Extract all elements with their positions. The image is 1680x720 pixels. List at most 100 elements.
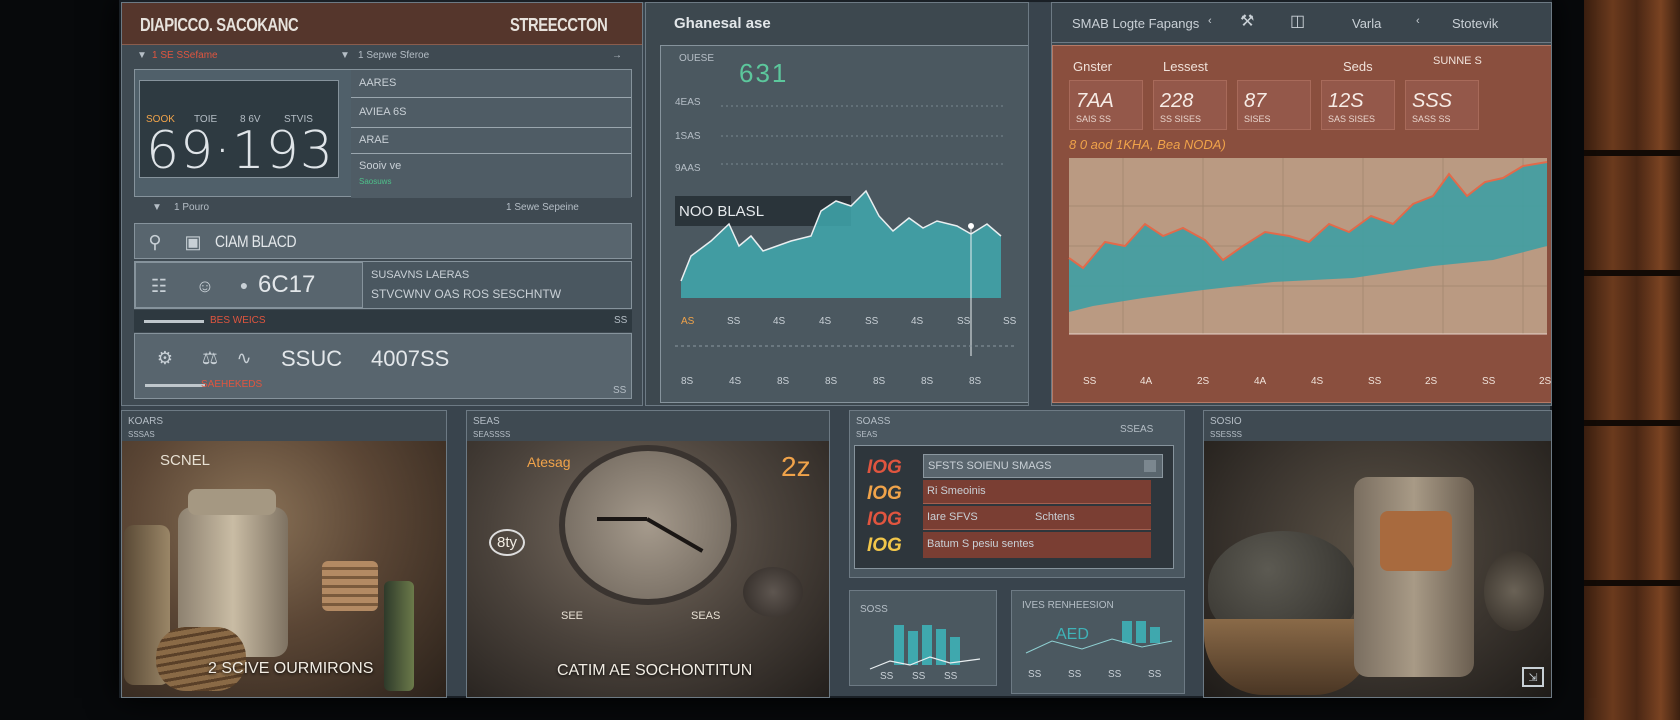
x-tick-label: 4S bbox=[819, 316, 832, 327]
top-left-panel: DIAPICCO. SACOKANC STREECCTON ▼ 1 SE SSe… bbox=[121, 2, 643, 406]
window-icon[interactable]: ◫ bbox=[1290, 14, 1305, 30]
bar bbox=[1122, 621, 1132, 643]
x-tick-label: 8S bbox=[777, 376, 790, 387]
big-number-card[interactable]: SOOK TOIE 8 6V STVIS 69·193 AARES AVIEA … bbox=[134, 69, 632, 198]
list-row[interactable]: Iare SFVS Schtens bbox=[923, 506, 1151, 530]
x-tick-label: SS bbox=[1482, 376, 1496, 387]
x-tick-label: SS bbox=[957, 316, 971, 327]
x-tick-label: SS bbox=[1368, 376, 1382, 387]
wave-icon: ∿ bbox=[236, 347, 252, 368]
warning-bar: BES WEICS SS bbox=[134, 310, 632, 332]
bar bbox=[908, 631, 918, 665]
chevron-left-icon[interactable]: ‹ bbox=[1416, 16, 1420, 27]
section2-left: 1 Pouro bbox=[174, 202, 210, 213]
x-tick-label: 4S bbox=[911, 316, 924, 327]
bar bbox=[894, 625, 904, 665]
flask-icon: ⚖ bbox=[201, 347, 219, 368]
photo-caption: 2 SCIVE OURMIRONS bbox=[208, 660, 374, 677]
small-chart-right[interactable]: IVES RENHEESION AED SS SS SS SS bbox=[1011, 590, 1185, 694]
bottom-line bbox=[145, 384, 205, 387]
x-tick-label: 4A bbox=[1254, 376, 1267, 387]
right-nav: SMAB Logte Fapangs ‹ ⚒ ◫ Varla ‹ Stotevi… bbox=[1052, 3, 1551, 43]
x-tick-label: 2S bbox=[1197, 376, 1210, 387]
photo-tag: SEE bbox=[561, 610, 584, 622]
pot-photo: ⇲ bbox=[1204, 441, 1551, 697]
x-tick-label: SS bbox=[727, 316, 741, 327]
bottom-value: SSUC bbox=[281, 346, 343, 371]
x-tick-label: SS bbox=[865, 316, 879, 327]
x-tick-label: 4S bbox=[1311, 376, 1324, 387]
bottom-panel-photo-2[interactable]: SEAS SEASSSS Atesag 2z 8ty SEE SEAS CATI… bbox=[466, 410, 830, 698]
section-title: STREECCTON bbox=[510, 15, 608, 35]
chevron-left-icon[interactable]: ‹ bbox=[1208, 16, 1212, 27]
thermometer-icon: ⚲ bbox=[148, 231, 162, 252]
x-tick-label: SS bbox=[912, 671, 926, 682]
cursor-point bbox=[968, 223, 974, 229]
wood-background bbox=[1584, 0, 1680, 720]
bowl-shape bbox=[1204, 619, 1374, 695]
bottom-metric-row[interactable]: ⚙ ⚖ ∿ SSUC 4007SS SAEHEKEDS SS bbox=[134, 333, 632, 399]
list-row-label: IOG bbox=[867, 483, 902, 504]
sensor-row[interactable]: ☷ ☺ ● 6C17 SUSAVNS LAERAS STVCWNV OAS RO… bbox=[134, 261, 632, 309]
bottom-warning: SAEHEKEDS bbox=[201, 379, 263, 390]
panel-title: KOARS bbox=[128, 416, 164, 427]
tool-icon[interactable]: ⚒ bbox=[1240, 14, 1254, 30]
big-number-box: SOOK TOIE 8 6V STVIS 69·193 bbox=[139, 80, 339, 178]
panel-title: SOSIO bbox=[1210, 416, 1242, 427]
x-tick-label: 4S bbox=[773, 316, 786, 327]
pin-icon: ▼ bbox=[137, 50, 147, 61]
metric-value: 6C17 bbox=[258, 271, 316, 298]
photo-label: Atesag bbox=[527, 454, 571, 470]
list-header[interactable]: SFSTS SOIENU SMAGS bbox=[923, 454, 1163, 478]
warning-line bbox=[144, 320, 204, 323]
arrow-icon: → bbox=[612, 50, 622, 61]
expand-icon[interactable]: ⇲ bbox=[1522, 667, 1544, 687]
panel-title: SOASS bbox=[856, 416, 891, 427]
x-tick-label: 8S bbox=[825, 376, 838, 387]
center-chart-box[interactable]: OUESE 631 4EAS 1SAS 9AAS NOO BLASL AS SS 4… bbox=[660, 45, 1028, 403]
list-row[interactable]: Ri Smeoinis bbox=[923, 480, 1151, 504]
panel-right-sub: SSEAS bbox=[1120, 424, 1154, 435]
bottom-panel-photo-3[interactable]: SOSIO SSESSS ⇲ bbox=[1203, 410, 1552, 698]
photo-tag: SEAS bbox=[691, 610, 721, 622]
right-chart-panel: SMAB Logte Fapangs ‹ ⚒ ◫ Varla ‹ Stotevi… bbox=[1051, 2, 1552, 406]
x-tick-label: SS bbox=[1028, 669, 1042, 680]
x-tick-label: SS bbox=[1108, 669, 1122, 680]
big-number: 69·193 bbox=[146, 121, 334, 181]
close-icon[interactable] bbox=[1144, 460, 1156, 472]
list-row-label: IOG bbox=[867, 535, 902, 556]
bar bbox=[1136, 621, 1146, 643]
list-item[interactable]: AVIEA 6S bbox=[351, 98, 631, 128]
nav-item[interactable]: Varla bbox=[1352, 17, 1381, 30]
list-item[interactable]: Sooiv ve Saosuws bbox=[351, 154, 631, 198]
cloth-shape bbox=[1380, 511, 1452, 571]
spool-shape bbox=[322, 561, 378, 611]
bottom-panel-list: SOASS SEAS SSEAS IOG IOG IOG IOG SFSTS SOIE… bbox=[849, 410, 1185, 578]
list-row[interactable]: Batum S pesiu sentes bbox=[923, 532, 1151, 558]
pin-icon: ▼ bbox=[340, 50, 350, 61]
right-chart-box[interactable]: Gnster Lessest Seds SUNNE S 7AA SAIS SS 22… bbox=[1052, 45, 1551, 403]
x-tick-label: 8S bbox=[681, 376, 694, 387]
clock-face bbox=[559, 445, 737, 605]
section2-right: 1 Sewe Sepeine bbox=[506, 202, 579, 213]
bottom-panel-photo-1[interactable]: KOARS SSSAS SCNEL 2 SCIVE OURMIRONS bbox=[121, 410, 447, 698]
x-tick-label: SS bbox=[1003, 316, 1017, 327]
pin-icon: ▼ bbox=[152, 202, 162, 213]
x-tick-label: AS bbox=[681, 316, 695, 327]
small-chart-left[interactable]: SOSS SS SS SS bbox=[849, 590, 997, 686]
photo-number: 2z bbox=[781, 451, 811, 482]
claim-row[interactable]: ⚲ ▣ CIAM BLACD bbox=[134, 223, 632, 259]
list-item[interactable]: ARAE bbox=[351, 128, 631, 154]
photo-label: SCNEL bbox=[160, 452, 211, 469]
clock-hand bbox=[597, 517, 647, 521]
list-item[interactable]: AARES bbox=[351, 70, 631, 98]
dashboard: DIAPICCO. SACOKANC STREECCTON ▼ 1 SE SSe… bbox=[119, 0, 1552, 698]
panel-sub: SSSAS bbox=[128, 430, 155, 439]
warning-code: SS bbox=[614, 315, 628, 326]
warning-text: BES WEICS bbox=[210, 315, 266, 326]
nav-item[interactable]: Stotevik bbox=[1452, 17, 1498, 30]
box-icon: ▣ bbox=[184, 231, 202, 252]
x-tick-label: 8S bbox=[969, 376, 982, 387]
nav-item[interactable]: SMAB Logte Fapangs bbox=[1072, 17, 1199, 30]
sensor-icons: ☷ ☺ ● 6C17 bbox=[135, 262, 363, 308]
